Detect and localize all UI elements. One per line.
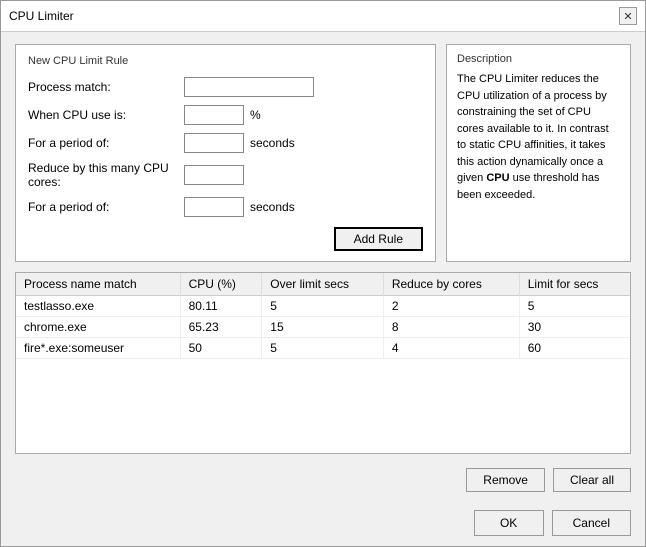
- cpu-use-input[interactable]: [184, 105, 244, 125]
- col-cpu: CPU (%): [180, 273, 262, 296]
- table-row[interactable]: fire*.exe:someuser505460: [16, 338, 630, 359]
- process-match-input[interactable]: [184, 77, 314, 97]
- table-cell: 5: [262, 338, 384, 359]
- table-cell: chrome.exe: [16, 317, 180, 338]
- table-cell: fire*.exe:someuser: [16, 338, 180, 359]
- col-limit-secs: Limit for secs: [519, 273, 630, 296]
- form-panel: New CPU Limit Rule Process match: When C…: [15, 44, 436, 262]
- reduce-cores-row: Reduce by this many CPU cores:: [28, 161, 423, 189]
- cpu-use-row: When CPU use is: %: [28, 105, 423, 125]
- table-row[interactable]: testlasso.exe80.11525: [16, 296, 630, 317]
- table-cell: 80.11: [180, 296, 262, 317]
- clear-all-button[interactable]: Clear all: [553, 468, 631, 492]
- window-title: CPU Limiter: [9, 9, 74, 23]
- period-1-row: For a period of: seconds: [28, 133, 423, 153]
- period-1-input[interactable]: [184, 133, 244, 153]
- cancel-button[interactable]: Cancel: [552, 510, 631, 536]
- description-panel: Description The CPU Limiter reduces the …: [446, 44, 631, 262]
- description-title: Description: [457, 53, 620, 65]
- remove-button[interactable]: Remove: [466, 468, 545, 492]
- col-reduce-cores: Reduce by cores: [383, 273, 519, 296]
- table-row[interactable]: chrome.exe65.2315830: [16, 317, 630, 338]
- description-text: The CPU Limiter reduces the CPU utilizat…: [457, 71, 620, 203]
- table-cell: 5: [519, 296, 630, 317]
- period-1-label: For a period of:: [28, 136, 178, 150]
- footer-row: OK Cancel: [1, 504, 645, 546]
- table-cell: 4: [383, 338, 519, 359]
- reduce-cores-label: Reduce by this many CPU cores:: [28, 161, 178, 189]
- col-over-limit: Over limit secs: [262, 273, 384, 296]
- rules-table: Process name match CPU (%) Over limit se…: [16, 273, 630, 359]
- table-cell: testlasso.exe: [16, 296, 180, 317]
- table-cell: 2: [383, 296, 519, 317]
- period-2-unit: seconds: [250, 200, 295, 214]
- cpu-use-label: When CPU use is:: [28, 108, 178, 122]
- table-cell: 8: [383, 317, 519, 338]
- cpu-limiter-window: CPU Limiter ✕ New CPU Limit Rule Process…: [0, 0, 646, 547]
- add-rule-row: Add Rule: [28, 227, 423, 251]
- table-cell: 30: [519, 317, 630, 338]
- ok-button[interactable]: OK: [474, 510, 544, 536]
- process-match-label: Process match:: [28, 80, 178, 94]
- rules-table-section: Process name match CPU (%) Over limit se…: [15, 272, 631, 454]
- form-panel-title: New CPU Limit Rule: [28, 55, 423, 67]
- table-cell: 50: [180, 338, 262, 359]
- cpu-use-unit: %: [250, 108, 261, 122]
- period-2-input[interactable]: [184, 197, 244, 217]
- table-cell: 15: [262, 317, 384, 338]
- reduce-cores-input[interactable]: [184, 165, 244, 185]
- period-2-row: For a period of: seconds: [28, 197, 423, 217]
- table-cell: 5: [262, 296, 384, 317]
- table-header-row: Process name match CPU (%) Over limit se…: [16, 273, 630, 296]
- table-cell: 60: [519, 338, 630, 359]
- period-1-unit: seconds: [250, 136, 295, 150]
- add-rule-button[interactable]: Add Rule: [334, 227, 423, 251]
- cpu-highlight: CPU: [486, 172, 509, 184]
- top-section: New CPU Limit Rule Process match: When C…: [15, 44, 631, 262]
- bottom-buttons-row: Remove Clear all: [15, 468, 631, 492]
- process-match-row: Process match:: [28, 77, 423, 97]
- table-cell: 65.23: [180, 317, 262, 338]
- window-content: New CPU Limit Rule Process match: When C…: [1, 32, 645, 504]
- title-bar: CPU Limiter ✕: [1, 1, 645, 32]
- close-button[interactable]: ✕: [619, 7, 637, 25]
- col-process-name: Process name match: [16, 273, 180, 296]
- period-2-label: For a period of:: [28, 200, 178, 214]
